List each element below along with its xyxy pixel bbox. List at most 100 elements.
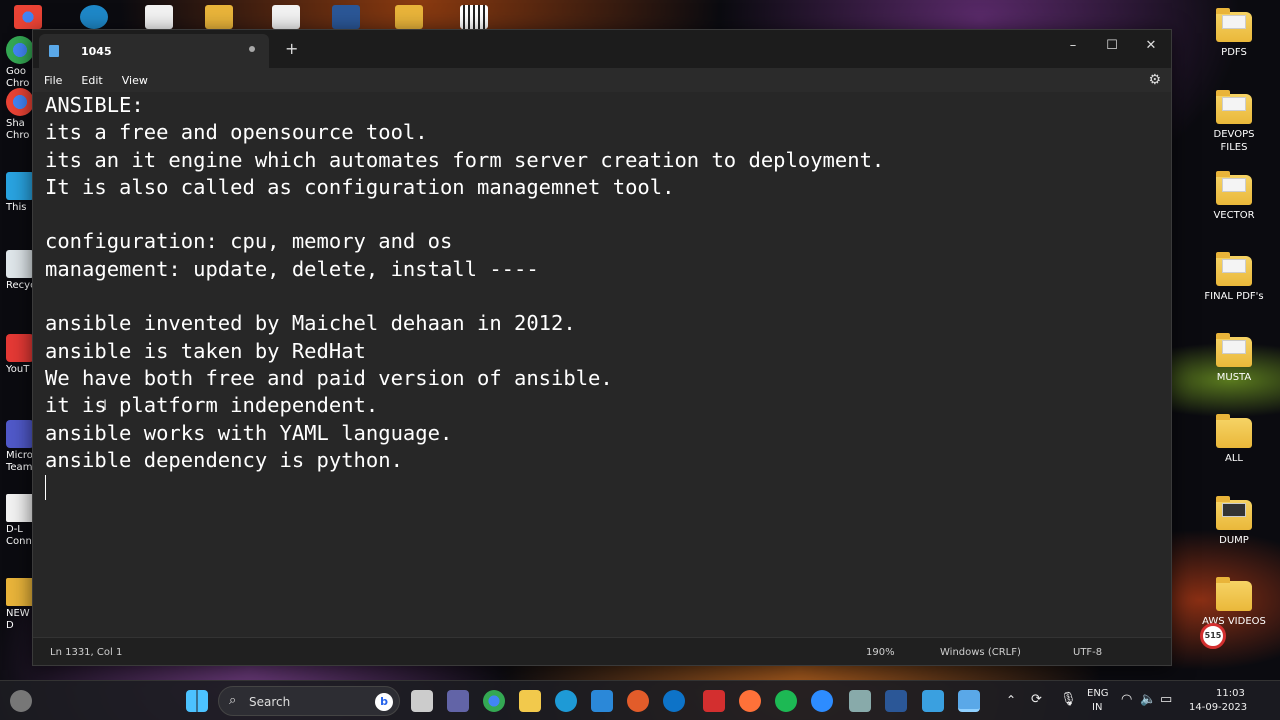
editor-line: its an it engine which automates form se… xyxy=(45,147,885,172)
clock-date[interactable]: 14-09-2023 xyxy=(1189,702,1247,713)
text-editor[interactable]: ANSIBLE: its a free and opensource tool.… xyxy=(33,92,1171,638)
word-icon[interactable] xyxy=(885,690,907,712)
snipping-tool-icon[interactable] xyxy=(849,690,871,712)
folder-label: MUSTA xyxy=(1216,372,1252,383)
new-tab-button[interactable]: + xyxy=(285,39,298,58)
search-icon: ⌕ xyxy=(229,693,237,708)
language-top[interactable]: ENG xyxy=(1087,688,1109,699)
chevron-up-icon[interactable]: ⌃ xyxy=(1006,693,1016,707)
maximize-button[interactable]: ☐ xyxy=(1097,38,1127,53)
menu-view[interactable]: View xyxy=(122,74,148,87)
desktop-folder-dump[interactable]: DUMP xyxy=(1199,496,1269,547)
menu-file[interactable]: File xyxy=(44,74,62,87)
title-bar: 1045 + – ☐ ✕ xyxy=(33,30,1171,68)
mail-icon[interactable] xyxy=(591,690,613,712)
desktop-folder-devops-files[interactable]: DEVOPS FILES xyxy=(1199,90,1269,154)
folder-icon xyxy=(1216,171,1252,205)
notification-badge[interactable]: 515 xyxy=(1200,623,1226,649)
teams-chat-icon[interactable] xyxy=(447,690,469,712)
desktop-folder-musta[interactable]: MUSTA xyxy=(1199,333,1269,384)
encoding[interactable]: UTF-8 xyxy=(1073,647,1102,658)
chrome-icon xyxy=(6,88,34,116)
desktop-folder-vector[interactable]: VECTOR xyxy=(1199,171,1269,222)
word-icon[interactable] xyxy=(332,5,360,29)
wifi-icon[interactable]: ◠ xyxy=(1121,692,1132,707)
folder-icon xyxy=(1216,333,1252,367)
desktop-folder-all[interactable]: ALL xyxy=(1199,414,1269,465)
document-icon[interactable] xyxy=(145,5,173,29)
folder-icon xyxy=(1216,8,1252,42)
app-icon[interactable] xyxy=(627,690,649,712)
task-view-icon[interactable] xyxy=(411,690,433,712)
clock-time[interactable]: 11:03 xyxy=(1216,688,1245,699)
cortana-icon[interactable] xyxy=(663,690,685,712)
folder-label: FINAL PDF's xyxy=(1204,291,1264,302)
search-placeholder: Search xyxy=(249,695,291,709)
folder-icon xyxy=(1216,252,1252,286)
taskbar: ⌕ Search b ⌃ ⟳ 🎙 ENG IN ◠ 🔈 ▭ 11:03 14-0… xyxy=(0,680,1280,720)
notepad-icon[interactable] xyxy=(958,690,980,712)
app-icon xyxy=(6,494,34,522)
ibeam-cursor-icon: I xyxy=(103,398,108,414)
windows-start-icon[interactable] xyxy=(186,690,208,712)
chrome-icon[interactable] xyxy=(14,5,42,29)
bing-icon[interactable]: b xyxy=(375,693,393,711)
tab-title: 1045 xyxy=(81,44,112,58)
close-button[interactable]: ✕ xyxy=(1136,38,1166,53)
firefox-icon[interactable] xyxy=(739,690,761,712)
editor-line: ansible dependency is python. xyxy=(45,447,403,472)
editor-line: management: update, delete, install ---- xyxy=(45,256,539,281)
editor-line: ansible is taken by RedHat xyxy=(45,338,366,363)
folder-label: DEVOPS FILES xyxy=(1213,129,1255,153)
chrome-icon xyxy=(6,36,34,64)
menu-edit[interactable]: Edit xyxy=(81,74,102,87)
microphone-icon[interactable]: 🎙 xyxy=(1060,692,1077,707)
zoom-icon[interactable] xyxy=(811,690,833,712)
sync-icon[interactable]: ⟳ xyxy=(1031,692,1042,707)
spotify-icon[interactable] xyxy=(775,690,797,712)
document-icon[interactable] xyxy=(272,5,300,29)
teams-icon xyxy=(6,420,34,448)
notepad-window: 1045 + – ☐ ✕ File Edit View ⚙ ANSIBLE: i… xyxy=(32,29,1172,666)
editor-line: its a free and opensource tool. xyxy=(45,120,428,145)
desktop-folder-pdfs[interactable]: PDFS xyxy=(1199,8,1269,59)
unsaved-dot-icon[interactable] xyxy=(249,46,255,52)
gear-icon[interactable]: ⚙ xyxy=(1148,72,1161,88)
pdf-icon[interactable] xyxy=(703,690,725,712)
folder-icon xyxy=(1216,577,1252,611)
desktop-folder-final-pdfs[interactable]: FINAL PDF's xyxy=(1199,252,1269,303)
app-icon[interactable] xyxy=(922,690,944,712)
folder-label: VECTOR xyxy=(1213,210,1255,221)
zoom-level[interactable]: 190% xyxy=(866,647,895,658)
menu-bar: File Edit View ⚙ xyxy=(33,68,1171,92)
recycle-bin-icon xyxy=(6,250,34,278)
line-ending[interactable]: Windows (CRLF) xyxy=(940,647,1021,658)
folder-icon[interactable] xyxy=(205,5,233,29)
edge-icon[interactable] xyxy=(80,5,108,29)
volume-icon[interactable]: 🔈 xyxy=(1140,692,1156,707)
minimize-button[interactable]: – xyxy=(1058,38,1088,53)
file-explorer-icon[interactable] xyxy=(519,690,541,712)
folder-icon xyxy=(1216,496,1252,530)
folder-icon xyxy=(6,578,34,606)
folder-icon xyxy=(1216,90,1252,124)
editor-line: ansible invented by Maichel dehaan in 20… xyxy=(45,311,576,336)
language-bottom[interactable]: IN xyxy=(1092,702,1102,713)
qr-code-icon[interactable] xyxy=(460,5,488,29)
cursor-position[interactable]: Ln 1331, Col 1 xyxy=(50,647,122,658)
editor-line: It is also called as configuration manag… xyxy=(45,174,675,199)
tab-1045[interactable]: 1045 xyxy=(39,34,269,68)
folder-icon[interactable] xyxy=(395,5,423,29)
search-input[interactable]: ⌕ Search b xyxy=(218,686,400,716)
folder-icon xyxy=(1216,414,1252,448)
youtube-icon xyxy=(6,334,34,362)
notepad-icon xyxy=(49,45,59,57)
chrome-icon[interactable] xyxy=(483,690,505,712)
battery-icon[interactable]: ▭ xyxy=(1160,692,1172,707)
widgets-icon[interactable] xyxy=(10,690,32,712)
editor-line: it is platform independent. xyxy=(45,393,379,418)
desktop-folder-aws-videos[interactable]: AWS VIDEOS xyxy=(1199,577,1269,628)
edge-icon[interactable] xyxy=(555,690,577,712)
